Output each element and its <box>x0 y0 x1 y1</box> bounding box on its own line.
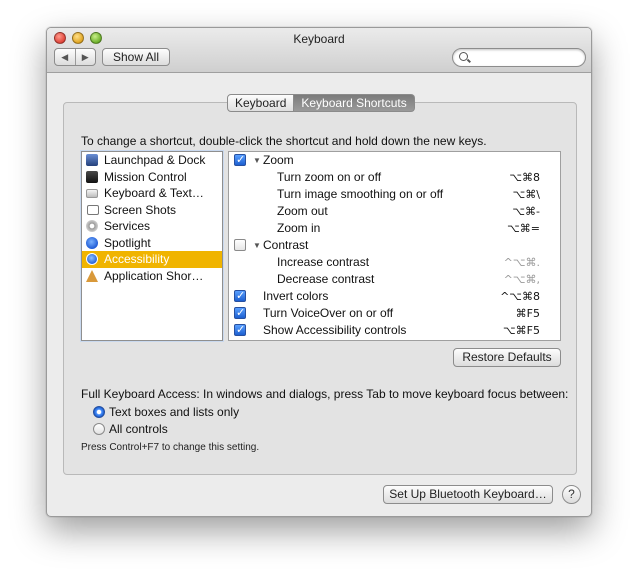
category-label: Keyboard & Text… <box>104 186 204 200</box>
title-bar: Keyboard ◀ ▶ Show All <box>47 28 591 73</box>
radio-label: All controls <box>109 422 168 436</box>
shortcut-label: Zoom out <box>277 204 328 218</box>
category-item[interactable]: Application Shor… <box>82 268 222 285</box>
app-shortcuts-icon <box>86 269 98 282</box>
shortcut-keys[interactable]: ^⌥⌘, <box>504 271 540 288</box>
search-icon <box>459 52 468 61</box>
shortcut-label: Zoom in <box>277 221 321 235</box>
checkbox[interactable] <box>234 239 246 251</box>
shortcut-row[interactable]: Zoom out ⌥⌘- <box>229 203 560 220</box>
keyboard-access-hint: Press Control+F7 to change this setting. <box>81 442 260 453</box>
shortcut-keys[interactable]: ⌥⌘= <box>507 220 540 237</box>
shortcut-row[interactable]: Turn zoom on or off ⌥⌘8 <box>229 169 560 186</box>
radio-indicator <box>93 406 105 418</box>
mission-control-icon <box>86 170 98 183</box>
camera-icon <box>86 204 99 216</box>
category-label: Screen Shots <box>104 202 177 217</box>
shortcut-keys[interactable]: ^⌥⌘. <box>504 254 540 271</box>
keyboard-icon <box>86 189 98 198</box>
shortcut-keys[interactable]: ^⌥⌘8 <box>500 288 540 305</box>
shortcut-label: Turn zoom on or off <box>277 170 382 184</box>
category-item[interactable]: Accessibility <box>82 251 222 268</box>
category-item[interactable]: Services <box>82 218 222 235</box>
disclosure-triangle-icon[interactable]: ▼ <box>253 152 261 169</box>
search-field[interactable] <box>452 48 586 67</box>
shortcut-label: Turn image smoothing on or off <box>277 187 444 201</box>
shortcut-row[interactable]: ▼Zoom <box>229 152 560 169</box>
accessibility-icon <box>86 253 98 265</box>
shortcut-row[interactable]: Zoom in ⌥⌘= <box>229 220 560 237</box>
window-title: Keyboard <box>293 32 345 46</box>
shortcut-row[interactable]: Turn VoiceOver on or off ⌘F5 <box>229 305 560 322</box>
keyboard-preferences-window: Keyboard ◀ ▶ Show All Keyboard Keyboard … <box>46 27 592 517</box>
back-button[interactable]: ◀ <box>55 49 75 65</box>
category-label: Spotlight <box>104 235 151 250</box>
shortcut-keys[interactable]: ⌥⌘F5 <box>503 322 540 339</box>
category-item[interactable]: Spotlight <box>82 235 222 252</box>
shortcut-keys[interactable]: ⌥⌘\ <box>513 186 540 203</box>
shortcut-label: Invert colors <box>263 289 329 303</box>
radio-all-controls[interactable]: All controls <box>93 421 168 437</box>
shortcut-keys[interactable]: ⌘F5 <box>516 305 540 322</box>
shortcut-keys[interactable]: ⌥⌘8 <box>509 169 540 186</box>
gear-icon <box>86 220 98 232</box>
shortcut-label: Contrast <box>263 238 309 252</box>
disclosure-triangle-icon[interactable]: ▼ <box>253 237 261 254</box>
shortcut-row[interactable]: Turn image smoothing on or off ⌥⌘\ <box>229 186 560 203</box>
category-label: Application Shor… <box>104 268 204 283</box>
tab-keyboard[interactable]: Keyboard <box>227 94 295 112</box>
back-icon: ◀ <box>61 51 69 62</box>
forward-button[interactable]: ▶ <box>74 49 96 65</box>
shortcut-row[interactable]: Decrease contrast ^⌥⌘, <box>229 271 560 288</box>
category-label: Services <box>104 219 151 233</box>
shortcut-label: Decrease contrast <box>277 272 375 286</box>
setup-bluetooth-keyboard-button[interactable]: Set Up Bluetooth Keyboard… <box>383 485 553 504</box>
instructions-text: To change a shortcut, double-click the s… <box>81 134 487 148</box>
help-button[interactable]: ? <box>562 485 581 504</box>
tab-keyboard-shortcuts[interactable]: Keyboard Shortcuts <box>294 94 415 112</box>
full-keyboard-access-label: Full Keyboard Access: In windows and dia… <box>81 387 569 401</box>
category-item[interactable]: Screen Shots <box>82 202 222 219</box>
radio-text-boxes-only[interactable]: Text boxes and lists only <box>93 404 239 420</box>
shortcut-label: Increase contrast <box>277 255 370 269</box>
radio-label: Text boxes and lists only <box>109 405 240 419</box>
launchpad-icon <box>86 154 98 166</box>
restore-defaults-button[interactable]: Restore Defaults <box>453 348 561 367</box>
shortcut-list[interactable]: ▼ZoomTurn zoom on or off⌥⌘8Turn image sm… <box>228 151 561 341</box>
forward-icon: ▶ <box>81 51 89 62</box>
shortcut-row[interactable]: Show Accessibility controls ⌥⌘F5 <box>229 322 560 339</box>
category-item[interactable]: Mission Control <box>82 169 222 186</box>
checkbox[interactable] <box>234 288 246 305</box>
shortcut-row[interactable]: ▼ Contrast <box>229 237 560 254</box>
spotlight-icon <box>86 236 98 249</box>
shortcut-category-list[interactable]: Launchpad & Dock Mission Control Keyboard … <box>81 151 223 341</box>
shortcut-label: Zoom <box>263 153 294 167</box>
back-forward-control: ◀ ▶ <box>54 48 96 66</box>
checkbox[interactable] <box>234 152 246 169</box>
shortcut-label: Turn VoiceOver on or off <box>263 306 394 320</box>
category-item[interactable]: Keyboard & Text… <box>82 185 222 202</box>
shortcut-keys[interactable]: ⌥⌘- <box>512 203 540 220</box>
category-label: Launchpad & Dock <box>104 153 206 167</box>
tab-bar: Keyboard Keyboard Shortcuts <box>227 94 415 112</box>
category-label: Mission Control <box>104 169 187 184</box>
category-label: Accessibility <box>104 252 170 266</box>
radio-indicator <box>93 423 105 435</box>
shortcut-label: Show Accessibility controls <box>263 323 407 337</box>
shortcut-row[interactable]: Increase contrast ^⌥⌘. <box>229 254 560 271</box>
checkbox[interactable] <box>234 305 246 322</box>
show-all-button[interactable]: Show All <box>102 48 170 66</box>
category-item[interactable]: Launchpad & Dock <box>82 152 222 169</box>
shortcut-row[interactable]: Invert colors ^⌥⌘8 <box>229 288 560 305</box>
checkbox[interactable] <box>234 322 246 339</box>
